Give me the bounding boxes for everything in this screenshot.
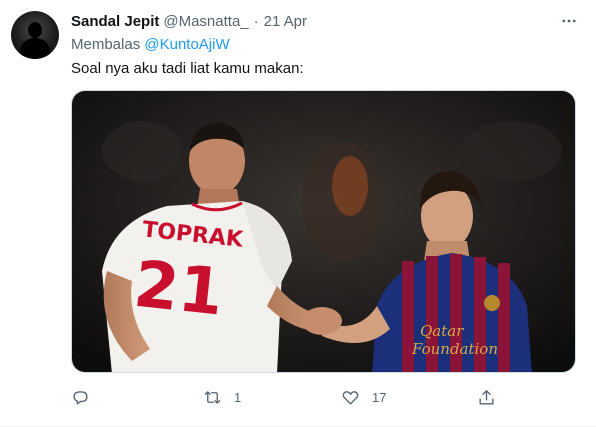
reply-context: Membalas @KuntoAjiW [71,36,230,53]
jersey-number: 21 [131,248,227,331]
retweet-icon [204,390,221,404]
avatar-head [28,22,42,38]
retweet-button[interactable]: 1 [203,386,241,408]
display-name[interactable]: Sandal Jepit [71,13,159,30]
more-options-button[interactable] [558,12,580,30]
more-icon [562,19,576,23]
heart-icon [342,390,359,405]
reply-icon [73,390,88,405]
sponsor-line-2: Foundation [411,340,498,358]
share-icon [479,389,494,405]
like-button[interactable]: 17 [341,386,386,408]
reply-prefix: Membalas [71,36,141,53]
tweet-date[interactable]: 21 Apr [264,13,307,30]
reply-button[interactable] [71,386,102,408]
tweet-actions: 1 17 [71,386,511,408]
mention-link[interactable]: @KuntoAjiW [144,36,229,53]
photo-handshake: TOPRAK 21 Qatar Foundation [72,91,575,372]
tweet-header: Sandal Jepit @Masnatta_ · 21 Apr [71,11,307,31]
user-handle[interactable]: @Masnatta_ [163,13,248,30]
tweet-text: Soal nya aku tadi liat kamu makan: [71,60,304,77]
tweet[interactable]: Sandal Jepit @Masnatta_ · 21 Apr Membala… [0,0,596,427]
avatar-body [20,38,50,59]
tweet-media-photo[interactable]: TOPRAK 21 Qatar Foundation [71,90,576,373]
sponsor-line-1: Qatar [420,322,464,340]
handshake [302,307,342,335]
avatar[interactable] [11,11,59,59]
separator-dot: · [253,12,259,30]
like-count: 17 [372,389,387,405]
share-button[interactable] [477,386,496,408]
retweet-count: 1 [234,389,242,405]
